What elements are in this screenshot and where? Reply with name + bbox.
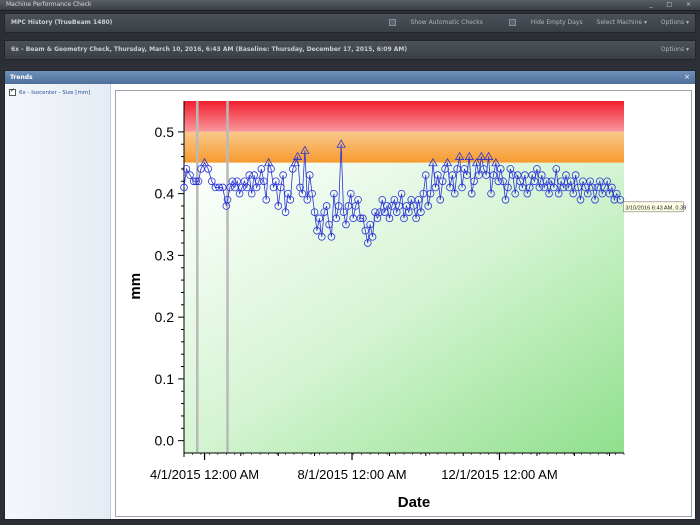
history-title: MPC History (TrueBeam 1480)	[11, 19, 113, 26]
series-checkbox[interactable]	[9, 87, 16, 96]
trend-chart[interactable]: 0.0 0.1 0.2 0.3 0.4 0.5 4/1/2015 12:00 AM 8/1/2…	[115, 90, 692, 517]
band-pass	[184, 162, 624, 453]
chart-svg: 0.0 0.1 0.2 0.3 0.4 0.5 4/1/2015 12:00 AM 8/1/2…	[127, 101, 686, 511]
y-tick-label: 0.5	[155, 124, 175, 140]
check-options-menu[interactable]: Options ▾	[661, 46, 689, 53]
check-actions: Options ▾	[649, 41, 689, 59]
tooltip-text: 3/10/2016 6:43 AM, 0.39	[625, 205, 686, 211]
band-fail	[184, 101, 624, 132]
window-title: Machine Performance Check	[6, 1, 92, 8]
y-tick-label: 0.2	[155, 309, 175, 325]
check-title: 6x - Beam & Geometry Check, Thursday, Ma…	[11, 46, 408, 53]
y-tick-label: 0.4	[155, 186, 175, 202]
checkbox-icon	[508, 19, 516, 26]
hide-empty-days-label: Hide Empty Days	[530, 19, 583, 26]
value-tooltip: 3/10/2016 6:43 AM, 0.39	[623, 201, 686, 213]
threshold-bands	[184, 101, 624, 453]
trends-title: Trends	[10, 74, 33, 81]
check-bar: 6x - Beam & Geometry Check, Thursday, Ma…	[4, 40, 696, 60]
series-sidebar: 6x - Isocenter - Size [mm]	[5, 84, 111, 519]
hide-empty-days-toggle[interactable]: Hide Empty Days	[497, 19, 583, 26]
window-controls[interactable]: _ □ ×	[649, 1, 697, 8]
x-axis-title: Date	[398, 494, 431, 511]
show-automatic-checks-toggle[interactable]: Show Automatic Checks	[377, 19, 483, 26]
close-icon[interactable]: ×	[684, 71, 690, 84]
trends-header: Trends ×	[5, 71, 695, 84]
trends-panel: Trends × 6x - Isocenter - Size [mm]	[4, 70, 696, 520]
y-axis-title: mm	[127, 273, 144, 300]
series-item[interactable]: 6x - Isocenter - Size [mm]	[9, 87, 91, 96]
x-tick-label: 8/1/2015 12:00 AM	[297, 467, 406, 482]
window-titlebar: Machine Performance Check _ □ ×	[0, 0, 700, 11]
y-tick-label: 0.3	[155, 247, 175, 263]
series-label: 6x - Isocenter - Size [mm]	[19, 90, 91, 96]
select-machine-menu[interactable]: Select Machine ▾	[597, 19, 647, 26]
x-tick-label: 4/1/2015 12:00 AM	[150, 467, 259, 482]
y-tick-label: 0.0	[155, 433, 175, 449]
history-bar: MPC History (TrueBeam 1480) Show Automat…	[4, 13, 696, 33]
history-options-menu[interactable]: Options ▾	[661, 19, 689, 26]
show-automatic-checks-label: Show Automatic Checks	[410, 19, 483, 26]
checkbox-icon	[388, 19, 396, 26]
band-warning	[184, 131, 624, 163]
x-tick-label: 12/1/2015 12:00 AM	[441, 467, 557, 482]
history-actions: Show Automatic Checks Hide Empty Days Se…	[365, 14, 689, 32]
y-tick-label: 0.1	[155, 371, 175, 387]
